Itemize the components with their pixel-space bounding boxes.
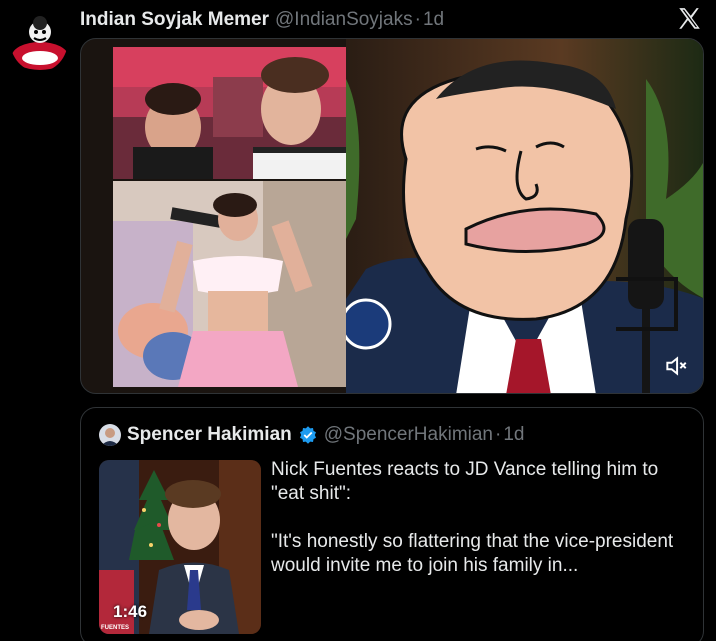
quoted-timestamp[interactable]: 1d — [503, 424, 524, 446]
video-brand: FUENTES — [101, 625, 130, 631]
quoted-header: Spencer Hakimian @SpencerHakimian · 1d — [99, 422, 524, 448]
media-photo-top-left — [113, 47, 346, 179]
quoted-avatar[interactable] — [99, 424, 121, 446]
quoted-author-handle[interactable]: @SpencerHakimian — [324, 424, 493, 446]
author-handle[interactable]: @IndianSoyjaks — [275, 9, 413, 31]
timestamp[interactable]: 1d — [423, 9, 444, 31]
quoted-author-name[interactable]: Spencer Hakimian — [127, 424, 292, 446]
quoted-tweet[interactable]: Spencer Hakimian @SpencerHakimian · 1d 1… — [80, 407, 704, 641]
media-photo-bottom-left — [113, 181, 346, 387]
verified-badge-icon — [298, 425, 318, 445]
x-logo-icon[interactable] — [676, 6, 702, 32]
volume-muted-icon[interactable] — [663, 353, 689, 379]
author-name[interactable]: Indian Soyjak Memer — [80, 9, 269, 31]
quoted-text: Nick Fuentes reacts to JD Vance telling … — [271, 458, 691, 602]
quoted-text-line2: "It's honestly so flattering that the vi… — [271, 531, 674, 576]
quoted-video-thumbnail[interactable]: 1:46 FUENTES — [99, 460, 261, 634]
media-cartoon-panel — [346, 39, 703, 393]
author-avatar[interactable] — [10, 8, 68, 72]
quoted-text-line1: Nick Fuentes reacts to JD Vance telling … — [271, 459, 659, 504]
tweet-media[interactable] — [80, 38, 704, 394]
tweet-header: Indian Soyjak Memer @IndianSoyjaks · 1d — [80, 8, 444, 32]
video-duration: 1:46 — [113, 602, 148, 621]
separator: · — [414, 9, 421, 30]
quoted-separator: · — [495, 424, 502, 445]
